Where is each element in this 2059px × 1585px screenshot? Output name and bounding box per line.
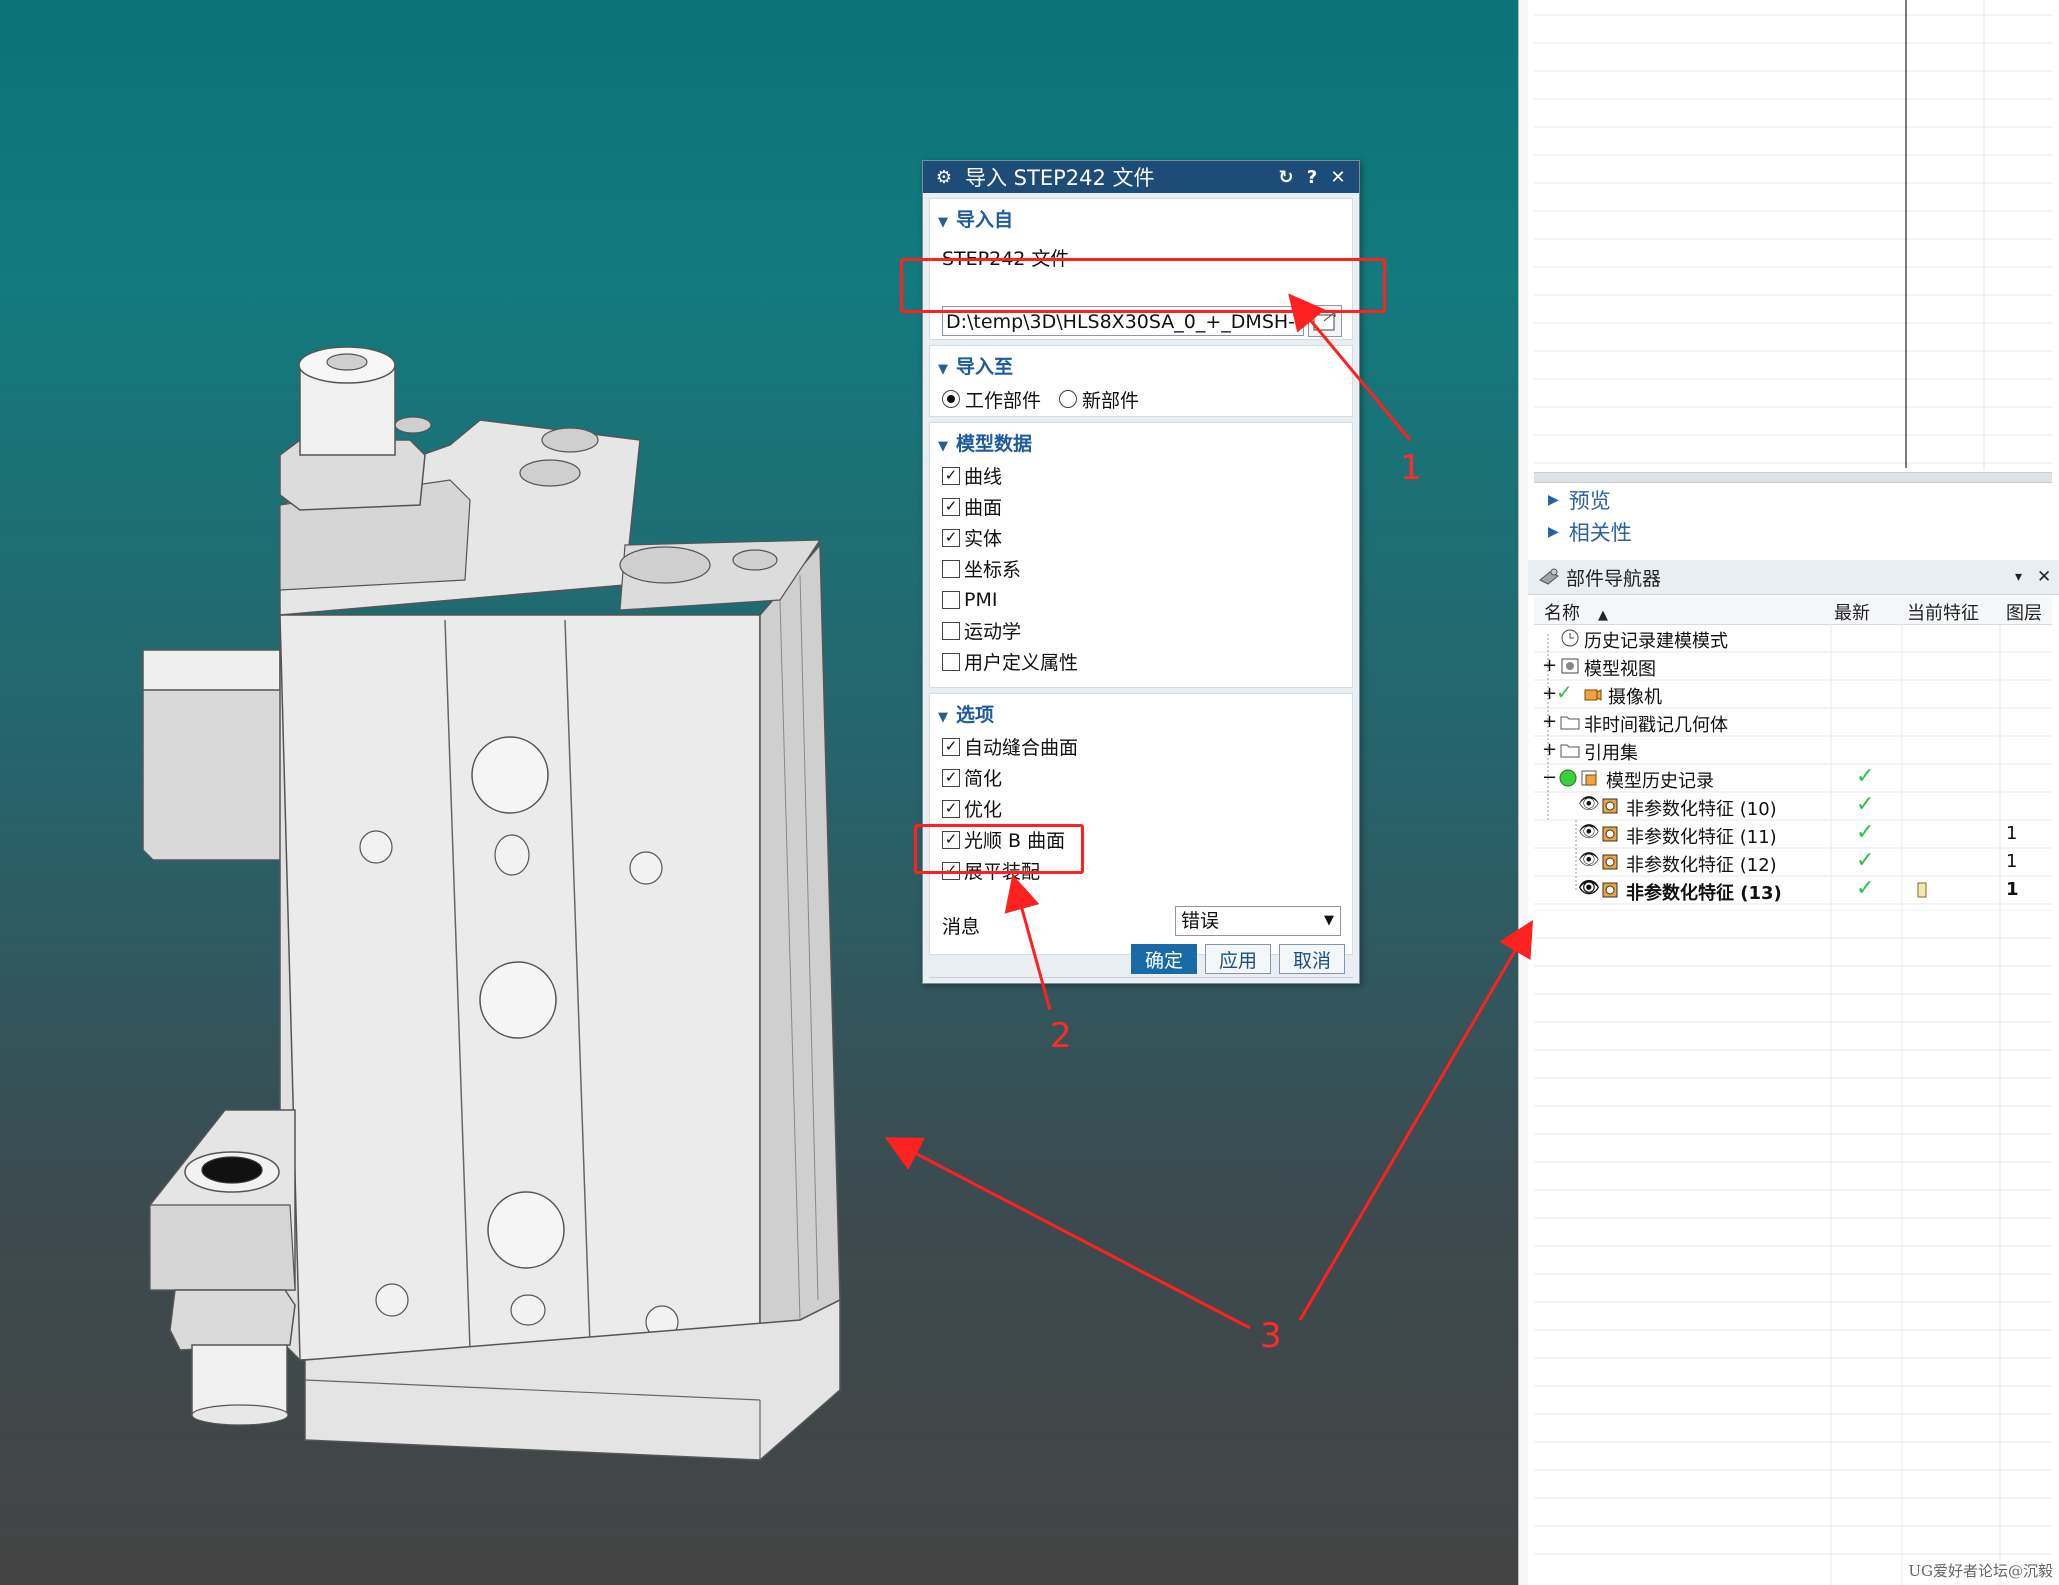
annotation-arrows bbox=[884, 293, 1534, 1330]
annotation-number-1: 1 bbox=[1400, 448, 1422, 488]
annotation-number-3: 3 bbox=[1260, 1316, 1282, 1356]
annotation-number-2: 2 bbox=[1050, 1016, 1072, 1056]
